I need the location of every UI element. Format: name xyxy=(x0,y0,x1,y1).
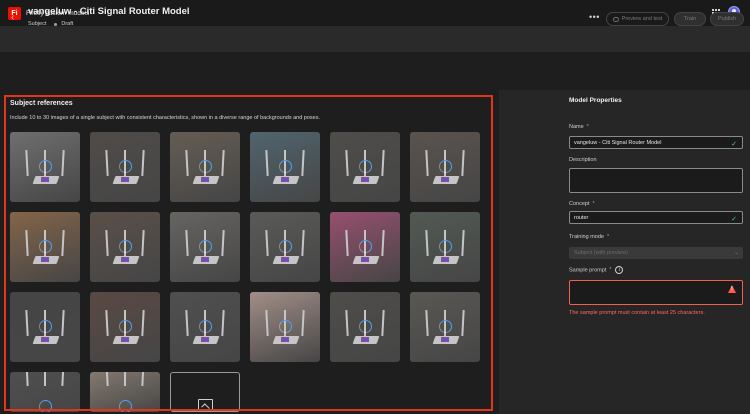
sample-prompt-label-text: Sample prompt xyxy=(569,267,607,274)
publish-button[interactable]: Publish xyxy=(710,12,744,26)
model-meta: Subject Draft xyxy=(28,21,73,27)
secondary-bar xyxy=(0,26,750,52)
chevron-left-icon[interactable]: ‹ xyxy=(11,12,14,23)
page-title: vangeluw - Citi Signal Router Model xyxy=(28,6,190,17)
name-label-text: Name xyxy=(569,124,584,130)
info-icon[interactable]: i xyxy=(615,266,624,274)
preview-and-test-button[interactable]: Preview and test xyxy=(606,12,669,26)
concept-field-value: router xyxy=(574,214,589,221)
required-mark: * xyxy=(609,267,612,274)
alert-icon xyxy=(728,285,737,293)
firefly-logo: Fi xyxy=(8,6,21,20)
cloud-icon xyxy=(612,16,619,22)
chevron-down-icon: ⌄ xyxy=(733,250,739,256)
training-mode-label: Training mode * xyxy=(569,234,609,240)
name-field[interactable]: vangeluw - Citi Signal Router Model ✓ xyxy=(569,136,743,149)
more-icon[interactable]: ••• xyxy=(589,12,600,22)
description-label: Description xyxy=(569,157,597,163)
required-mark: * xyxy=(606,234,610,240)
concept-label-text: Concept xyxy=(569,201,590,207)
selection-highlight xyxy=(4,95,493,411)
description-field[interactable] xyxy=(569,168,743,193)
properties-title: Model Properties xyxy=(569,97,622,104)
concept-field[interactable]: router ✓ xyxy=(569,211,743,224)
required-mark: * xyxy=(586,124,589,130)
status-badge: Draft xyxy=(61,21,74,27)
status-dot-icon xyxy=(54,22,58,26)
sample-prompt-error: The sample prompt must contain at least … xyxy=(569,310,705,316)
model-header xyxy=(0,52,750,90)
name-field-value: vangeluw - Citi Signal Router Model xyxy=(574,139,662,146)
checkmark-icon: ✓ xyxy=(731,216,737,223)
name-label: Name * xyxy=(569,124,589,130)
required-mark: * xyxy=(592,201,595,207)
train-button[interactable]: Train xyxy=(674,12,706,26)
sample-prompt-label: Sample prompt * i xyxy=(569,266,624,274)
checkmark-icon: ✓ xyxy=(731,141,737,148)
model-type: Subject xyxy=(28,21,47,27)
training-mode-label-text: Training mode xyxy=(569,234,604,240)
concept-label: Concept * xyxy=(569,201,595,207)
sample-prompt-field[interactable] xyxy=(569,280,743,305)
training-mode-value: Subject (with preview) xyxy=(574,250,628,256)
training-mode-select[interactable]: Subject (with preview) ⌄ xyxy=(569,247,743,259)
preview-label: Preview and test xyxy=(621,16,663,22)
